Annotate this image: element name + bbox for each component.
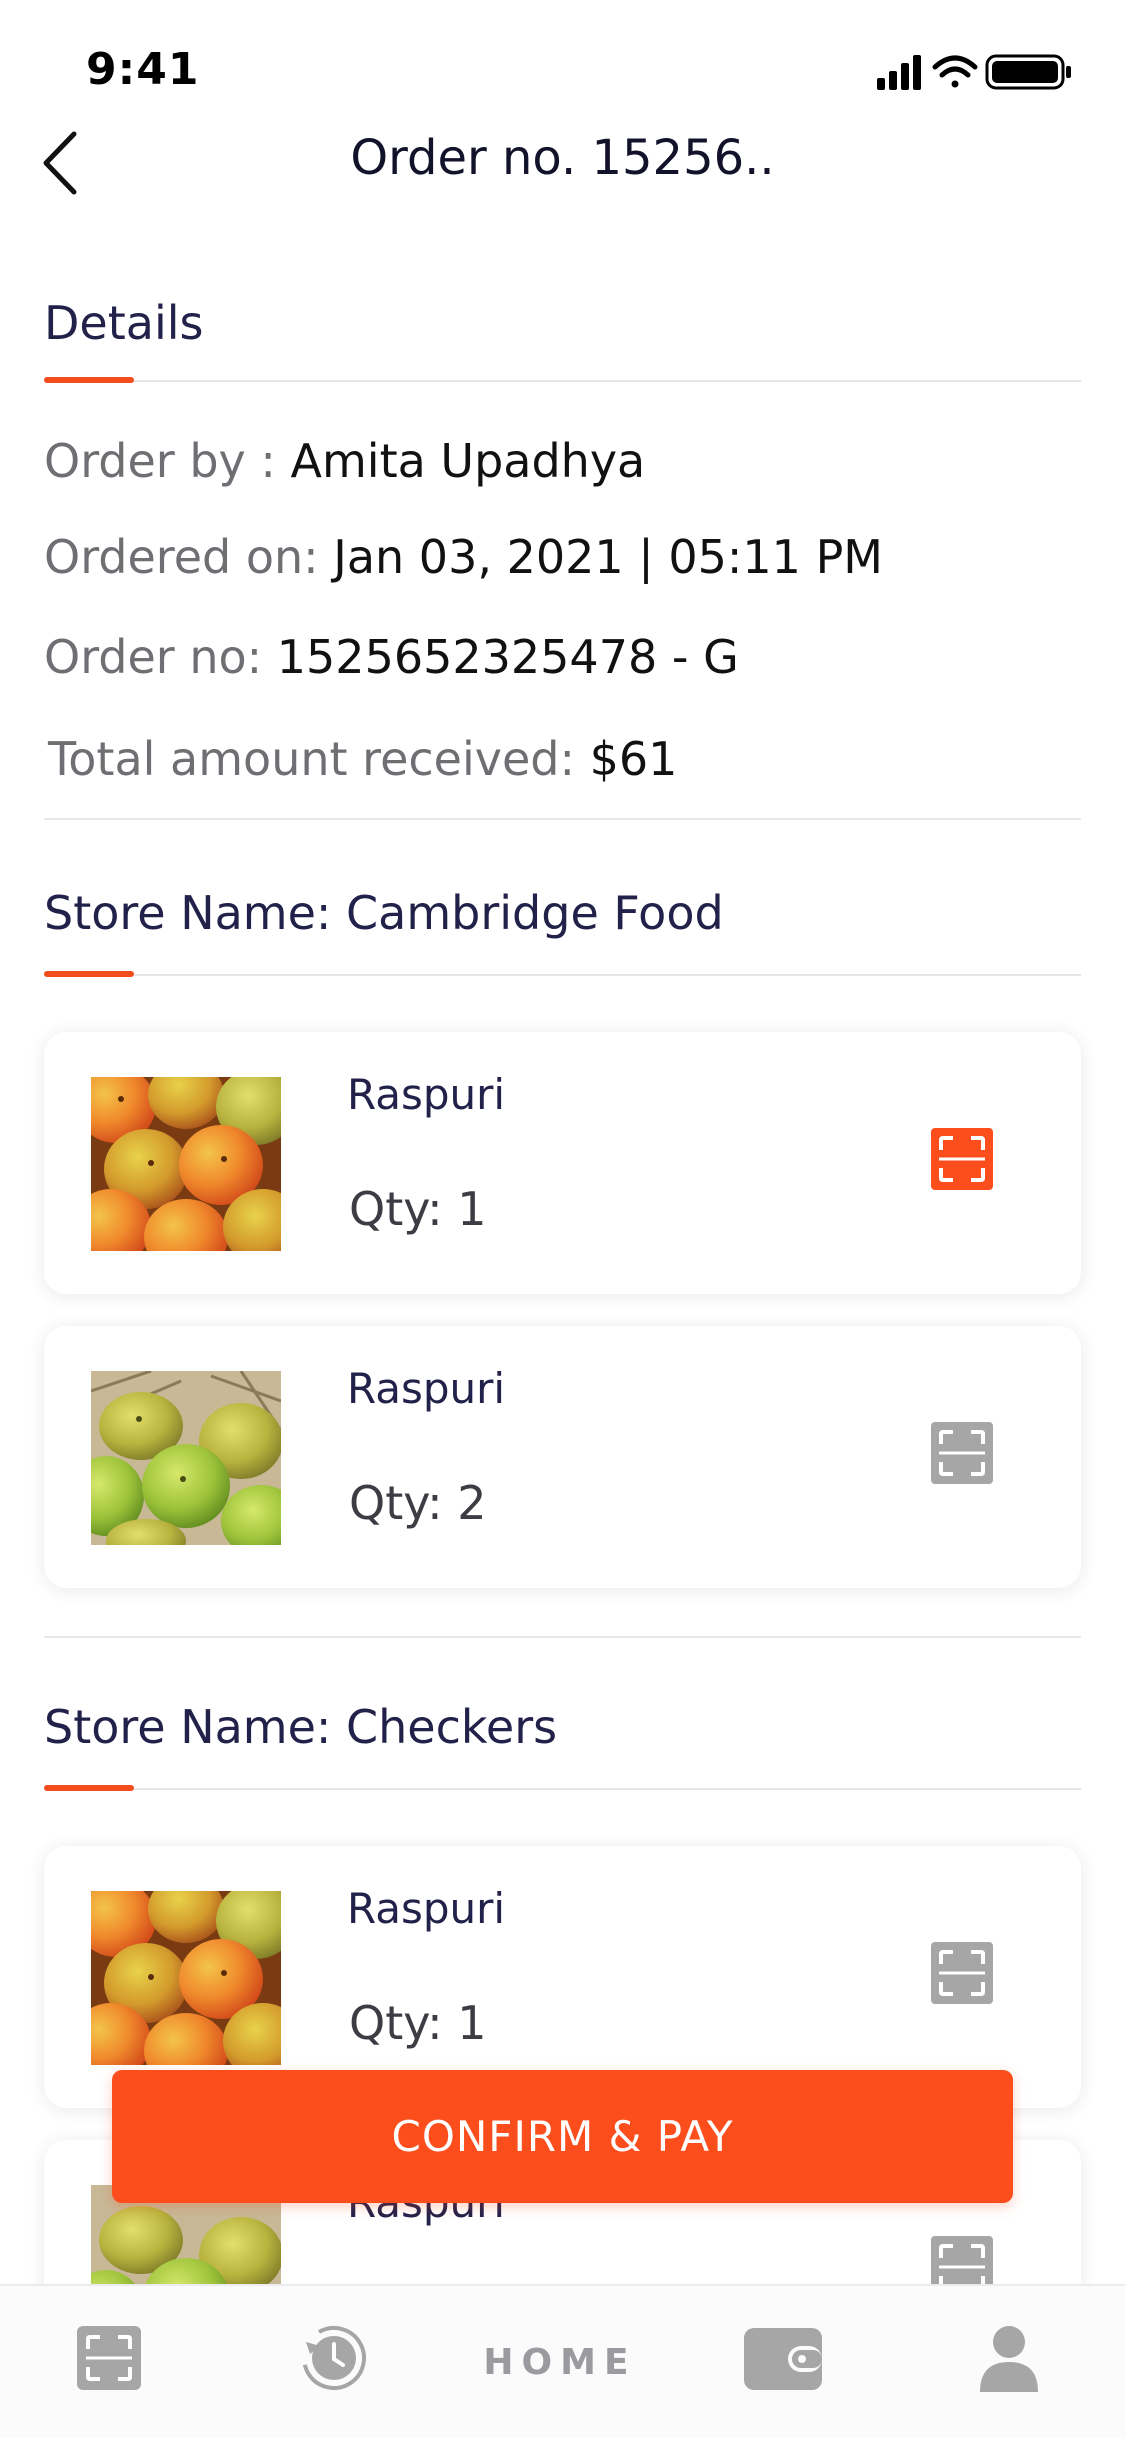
product-name: Raspuri xyxy=(347,1884,506,1933)
scan-icon xyxy=(931,1128,993,1190)
wifi-icon xyxy=(932,55,978,88)
confirm-pay-button[interactable]: CONFIRM & PAY xyxy=(112,2070,1013,2203)
product-name: Raspuri xyxy=(347,1070,506,1119)
order-no-label: Order no: xyxy=(44,630,277,684)
order-by-label: Order by : xyxy=(44,434,291,488)
wallet-icon xyxy=(744,2328,822,2390)
total-amount-row: Total amount received: $61 xyxy=(48,732,677,786)
section-accent-bar xyxy=(44,971,134,977)
nav-wallet[interactable] xyxy=(744,2328,822,2394)
store-name-heading: Store Name: Cambridge Food xyxy=(44,886,724,940)
scan-icon xyxy=(77,2326,141,2390)
order-no-value: 1525652325478 - G xyxy=(276,630,739,684)
details-heading: Details xyxy=(44,296,204,350)
product-image xyxy=(91,1891,281,2065)
scan-button[interactable] xyxy=(931,1942,993,2004)
bottom-nav: HOME xyxy=(0,2284,1125,2438)
section-divider xyxy=(44,380,1081,382)
scan-button[interactable] xyxy=(931,1422,993,1484)
battery-icon xyxy=(985,54,1071,90)
order-by-value: Amita Upadhya xyxy=(290,434,646,488)
total-amount-value: $61 xyxy=(589,732,678,786)
history-icon xyxy=(302,2326,366,2390)
scan-button[interactable] xyxy=(931,1128,993,1190)
details-divider xyxy=(44,818,1081,820)
store-name-heading: Store Name: Checkers xyxy=(44,1700,558,1754)
orange-mangoes-image xyxy=(91,1077,281,1251)
store-divider xyxy=(44,1636,1081,1638)
green-mangoes-image xyxy=(91,1371,281,1545)
section-accent-bar xyxy=(44,1785,134,1791)
section-divider xyxy=(44,1788,1081,1790)
product-qty: Qty: 1 xyxy=(349,1996,487,2050)
product-card[interactable]: Raspuri Qty: 1 xyxy=(44,1846,1081,2108)
nav-home[interactable]: HOME xyxy=(470,2342,650,2383)
nav-profile[interactable] xyxy=(978,2324,1040,2396)
nav-history[interactable] xyxy=(300,2324,368,2396)
orange-mangoes-image xyxy=(91,1891,281,2065)
order-no-row: Order no: 1525652325478 - G xyxy=(44,630,739,684)
ordered-on-label: Ordered on: xyxy=(44,530,334,584)
product-name: Raspuri xyxy=(347,1364,506,1413)
product-card[interactable]: Raspuri Qty: 1 xyxy=(44,1032,1081,1294)
nav-scan[interactable] xyxy=(77,2326,141,2394)
profile-icon xyxy=(980,2326,1038,2392)
section-divider xyxy=(44,974,1081,976)
product-image xyxy=(91,1371,281,1545)
total-amount-label: Total amount received: xyxy=(48,732,590,786)
order-by-row: Order by : Amita Upadhya xyxy=(44,434,645,488)
status-time: 9:41 xyxy=(86,44,200,95)
product-image xyxy=(91,1077,281,1251)
section-accent-bar xyxy=(44,377,134,383)
ordered-on-row: Ordered on: Jan 03, 2021 | 05:11 PM xyxy=(44,530,883,584)
product-qty: Qty: 1 xyxy=(349,1182,487,1236)
scan-icon xyxy=(931,1422,993,1484)
ordered-on-value: Jan 03, 2021 | 05:11 PM xyxy=(333,530,883,584)
page-title: Order no. 15256.. xyxy=(350,130,775,186)
product-card[interactable]: Raspuri Qty: 2 xyxy=(44,1326,1081,1588)
status-icons xyxy=(877,50,1077,94)
product-qty: Qty: 2 xyxy=(349,1476,487,1530)
scan-icon xyxy=(931,1942,993,2004)
cellular-signal-icon xyxy=(877,55,921,90)
